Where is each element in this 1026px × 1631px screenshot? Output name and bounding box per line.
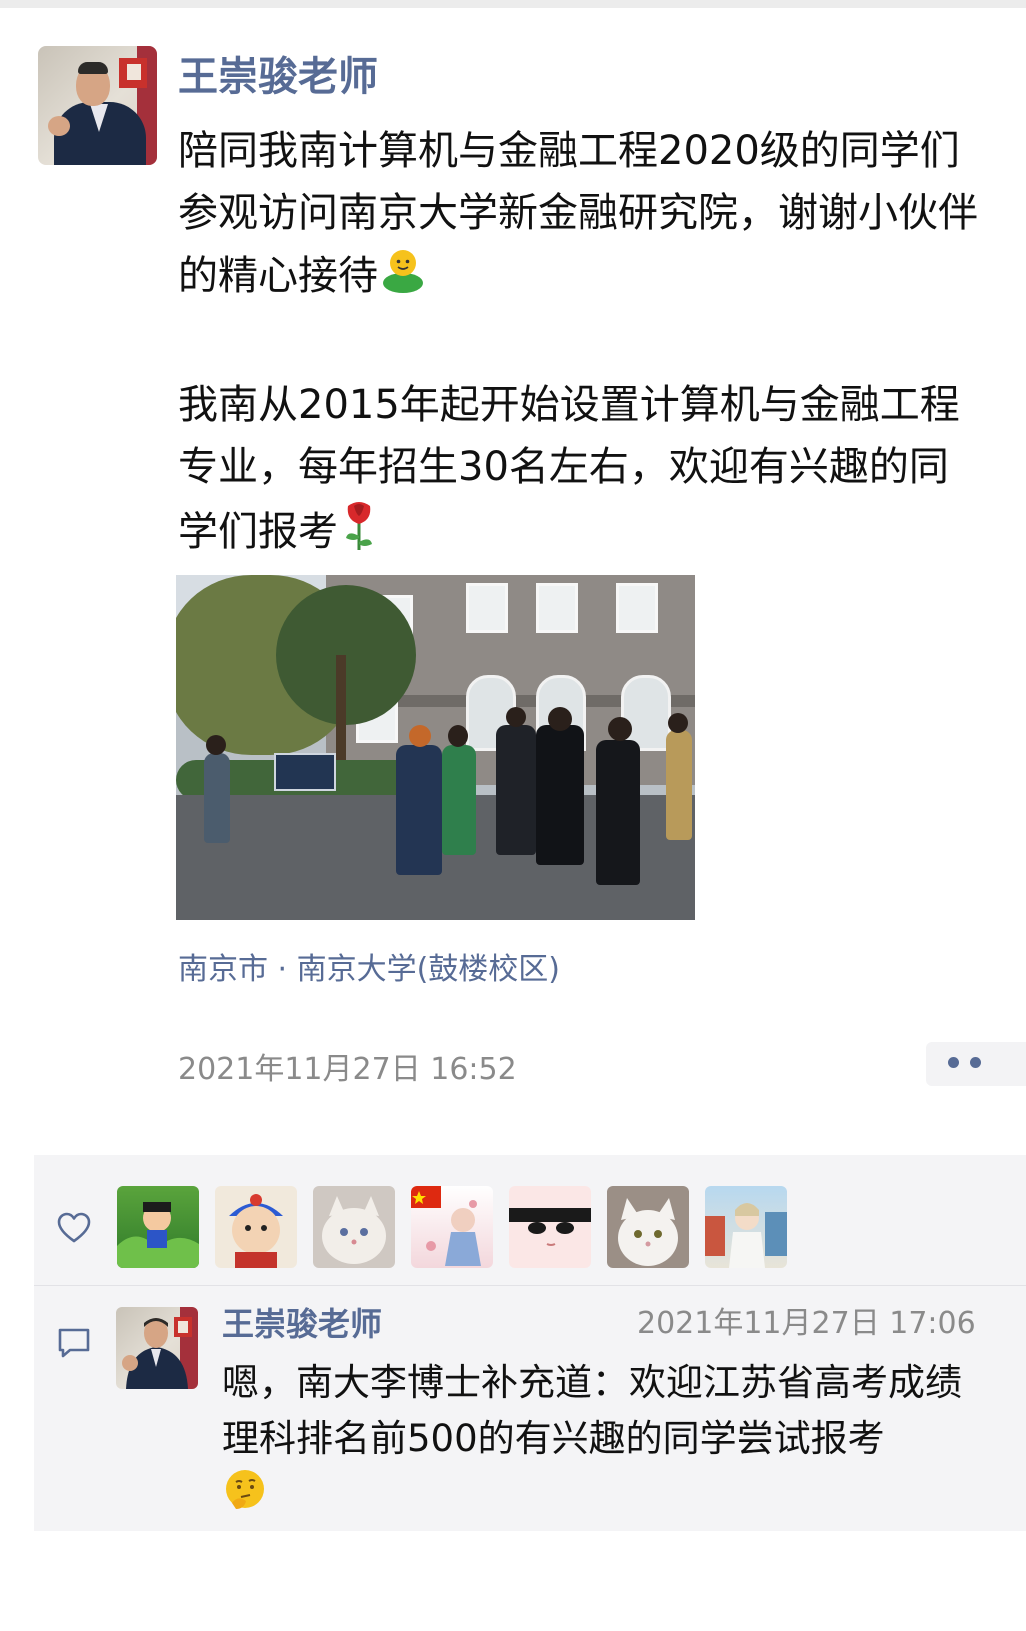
more-options-button[interactable] (926, 1042, 1026, 1086)
comment-timestamp: 2021年11月27日 17:06 (637, 1306, 976, 1341)
heart-outline-icon (56, 1210, 92, 1246)
post-timestamp: 2021年11月27日 16:52 (178, 1052, 517, 1087)
top-status-strip (0, 0, 1026, 8)
liker-avatar-7[interactable] (705, 1186, 787, 1268)
post-paragraph-1: 陪同我南计算机与金融工程2020级的同学们参观访问南京大学新金融研究院，谢谢小伙… (178, 120, 988, 312)
post-photo[interactable] (176, 575, 695, 920)
post-content: 陪同我南计算机与金融工程2020级的同学们参观访问南京大学新金融研究院，谢谢小伙… (178, 120, 988, 570)
liker-avatar-6[interactable] (607, 1186, 689, 1268)
commenter-avatar[interactable] (116, 1307, 198, 1389)
liker-avatar-2[interactable] (215, 1186, 297, 1268)
post-location[interactable]: 南京市 · 南京大学(鼓楼校区) (178, 950, 560, 990)
comment-author-name[interactable]: 王崇骏老师 (222, 1302, 382, 1346)
liker-avatar-1[interactable] (117, 1186, 199, 1268)
author-avatar[interactable] (38, 46, 157, 165)
liker-avatar-5[interactable] (509, 1186, 591, 1268)
comment-text[interactable]: 嗯，南大李博士补充道：欢迎江苏省高考成绩理科排名前500的有兴趣的同学尝试报考 (222, 1355, 982, 1529)
more-dot-icon (948, 1057, 959, 1068)
post-paragraph-2: 我南从2015年起开始设置计算机与金融工程专业，每年招生30名左右，欢迎有兴趣的… (178, 374, 988, 570)
post-author-name[interactable]: 王崇骏老师 (178, 50, 378, 104)
liker-avatar-4[interactable] (411, 1186, 493, 1268)
comment-bubble-icon (56, 1324, 92, 1360)
person-emoji (378, 244, 428, 312)
more-dot-icon (970, 1057, 981, 1068)
panel-divider (34, 1285, 1026, 1286)
liker-avatar-3[interactable] (313, 1186, 395, 1268)
rose-emoji (338, 498, 380, 570)
thinking-face-emoji (222, 1467, 268, 1529)
